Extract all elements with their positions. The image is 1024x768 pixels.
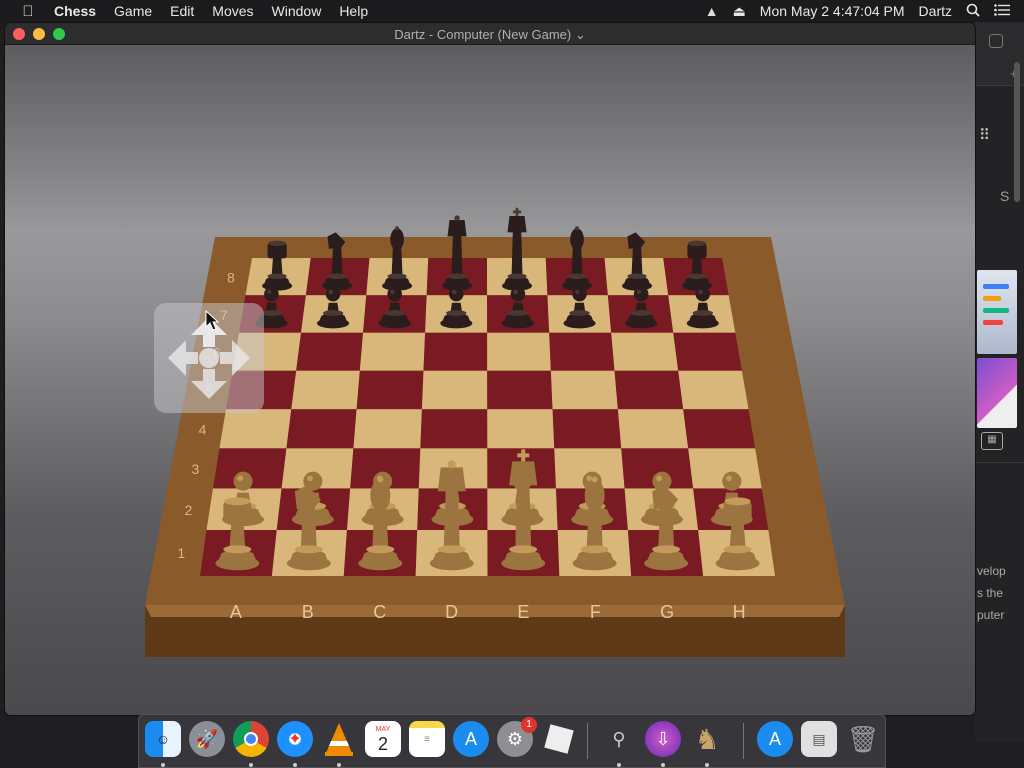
window-title: Dartz - Computer (New Game) ⌄ <box>5 27 975 43</box>
menu-clock[interactable]: Mon May 2 4:47:04 PM <box>760 3 905 19</box>
title-bar[interactable]: Dartz - Computer (New Game) ⌄ <box>5 23 975 45</box>
dock-launchpad-icon[interactable]: 🚀 <box>189 721 225 757</box>
file-label: G <box>660 602 674 622</box>
list-icon[interactable] <box>994 3 1010 19</box>
menu-window[interactable]: Window <box>272 3 322 19</box>
board-square[interactable] <box>611 332 679 371</box>
dock-divider <box>743 723 744 759</box>
divider <box>975 462 1024 463</box>
file-label: E <box>517 602 529 622</box>
board-square[interactable] <box>614 370 684 410</box>
menu-game[interactable]: Game <box>114 3 152 19</box>
window-title-text: Dartz - Computer (New Game) <box>394 27 572 42</box>
rank-label: 4 <box>199 422 207 438</box>
dock-vlc-icon[interactable] <box>321 721 357 757</box>
dock-divider <box>587 723 588 759</box>
scrollbar[interactable] <box>1014 62 1020 202</box>
menu-moves[interactable]: Moves <box>212 3 253 19</box>
thumbnail-image[interactable] <box>977 358 1017 428</box>
file-label: F <box>590 602 601 622</box>
dock-chrome-icon[interactable] <box>233 721 269 757</box>
board-square[interactable] <box>353 409 422 449</box>
rank-label: 1 <box>177 545 185 561</box>
board-square[interactable] <box>286 409 357 449</box>
running-indicator <box>337 763 341 767</box>
rank-label: 3 <box>192 461 200 477</box>
dock-appstore-icon[interactable]: A <box>453 721 489 757</box>
menu-edit[interactable]: Edit <box>170 3 194 19</box>
board-square[interactable] <box>550 370 618 410</box>
running-indicator <box>617 763 621 767</box>
board-square[interactable] <box>683 409 756 449</box>
dock-settings-icon[interactable]: ⚙ 1 <box>497 717 537 757</box>
background-letter: S <box>1000 188 1010 204</box>
notification-badge: 1 <box>521 717 537 733</box>
board-square[interactable] <box>487 409 555 449</box>
board-square[interactable] <box>219 409 292 449</box>
board-square[interactable] <box>552 409 622 449</box>
dock-downloads-icon[interactable]: ▤ <box>801 721 837 757</box>
dock-calendar-icon[interactable]: MAY 2 <box>365 721 401 757</box>
dock-installer-icon[interactable]: ⇩ <box>645 721 681 757</box>
running-indicator <box>161 763 165 767</box>
board-square[interactable] <box>296 332 364 371</box>
menu-help[interactable]: Help <box>339 3 368 19</box>
rank-label: 2 <box>184 502 192 518</box>
dock-instruments-icon[interactable]: ⚲ <box>601 721 637 757</box>
calendar-month: MAY <box>375 725 391 733</box>
menu-bar:  Chess Game Edit Moves Window Help ▲ ⏏ … <box>0 0 1024 22</box>
chess-board[interactable]: ABCDEFGH12345678 <box>5 45 975 715</box>
running-indicator <box>661 763 665 767</box>
menu-user[interactable]: Dartz <box>919 3 952 19</box>
board-square[interactable] <box>673 332 742 371</box>
board-square[interactable] <box>356 370 424 410</box>
running-indicator <box>705 763 709 767</box>
dock: ☺ 🚀 ✦ MAY 2 ≡ A ⚙ 1 ⚲ ⇩ ♞ A ▤ 🗑 <box>138 714 886 768</box>
chess-scene[interactable]: ABCDEFGH12345678 <box>5 45 975 715</box>
dock-finder-icon[interactable]: ☺ <box>145 721 181 757</box>
window-button-icon[interactable] <box>989 34 1003 48</box>
file-label: H <box>733 602 746 622</box>
dock-roblox-icon[interactable] <box>541 721 577 757</box>
file-label: D <box>445 602 458 622</box>
board-square[interactable] <box>487 370 553 410</box>
rank-label: 8 <box>227 270 235 286</box>
chevron-down-icon[interactable]: ⌄ <box>575 27 586 42</box>
apple-icon[interactable]:  <box>19 3 37 20</box>
board-square[interactable] <box>549 332 615 371</box>
board-square[interactable] <box>291 370 360 410</box>
background-text-line: puter <box>977 608 1005 622</box>
menu-app-name[interactable]: Chess <box>54 3 96 19</box>
board-square[interactable] <box>617 409 689 449</box>
file-label: C <box>373 602 386 622</box>
thumbnail-image[interactable] <box>977 270 1017 354</box>
search-icon[interactable] <box>966 3 980 20</box>
image-icon[interactable]: ▦ <box>981 432 1003 450</box>
dock-trash-icon[interactable]: 🗑 <box>845 721 881 757</box>
board-square[interactable] <box>423 332 488 371</box>
background-text-line: s the <box>977 586 1004 600</box>
calendar-day: 2 <box>377 733 388 754</box>
board-square[interactable] <box>420 409 488 449</box>
board-square[interactable] <box>359 332 426 371</box>
dock-safari-icon[interactable]: ✦ <box>277 721 313 757</box>
dock-chess-icon[interactable]: ♞ <box>689 721 725 757</box>
dock-appstore-folder-icon[interactable]: A <box>757 721 793 757</box>
background-text-line: velop <box>977 564 1006 578</box>
running-indicator <box>249 763 253 767</box>
dock-notes-icon[interactable]: ≡ <box>409 721 445 757</box>
running-indicator <box>293 763 297 767</box>
file-label: B <box>302 602 314 622</box>
eject-icon[interactable]: ⏏ <box>733 3 746 20</box>
file-label: A <box>230 602 242 622</box>
background-window[interactable]: + ⠿ S ▦ velop s the puter <box>975 22 1024 742</box>
board-square[interactable] <box>487 332 551 371</box>
board-square[interactable] <box>678 370 749 410</box>
vlc-icon[interactable]: ▲ <box>705 3 719 19</box>
board-square[interactable] <box>421 370 488 410</box>
chess-window: Dartz - Computer (New Game) ⌄ A B C D E F G H 1 2… <box>5 23 975 715</box>
grid-dots-icon[interactable]: ⠿ <box>979 126 990 144</box>
